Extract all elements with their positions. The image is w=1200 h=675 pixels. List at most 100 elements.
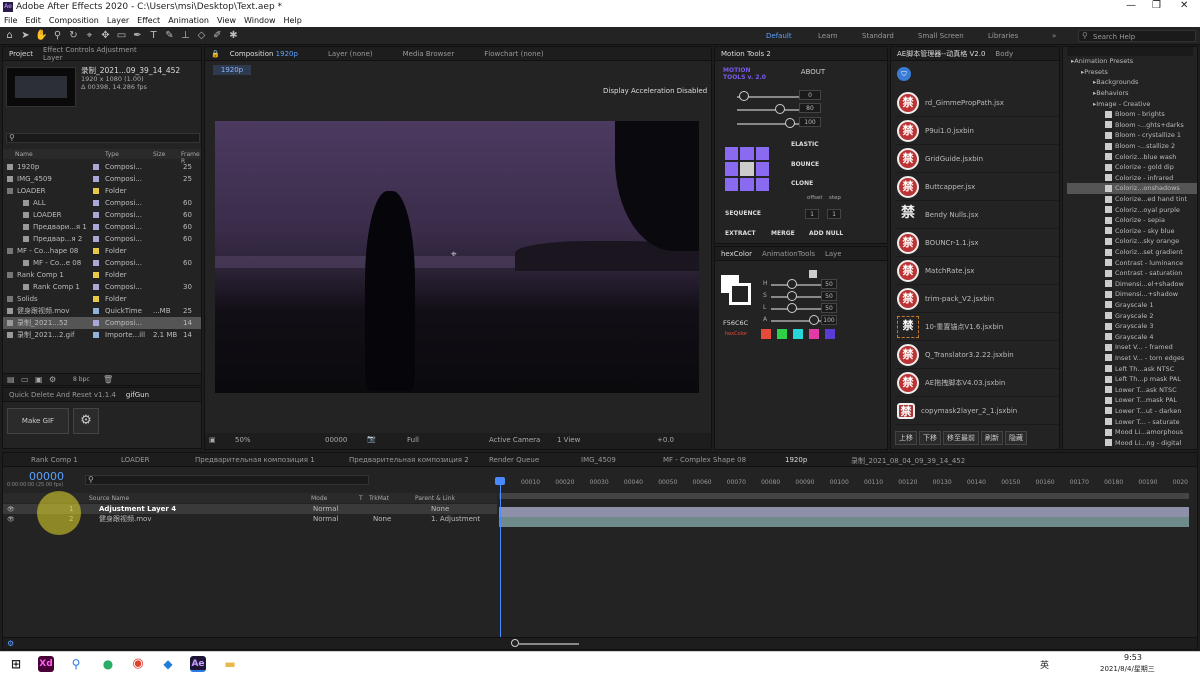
minimize-button[interactable]: — [1126, 0, 1136, 11]
preset-item[interactable]: Contrast - saturation [1067, 268, 1197, 279]
roto-brush-tool-icon[interactable]: ✐ [211, 29, 224, 42]
eraser-tool-icon[interactable]: ◇ [195, 29, 208, 42]
preset-item[interactable]: Mood Li...ng - digital [1067, 437, 1197, 448]
preset-item[interactable]: Bloom -...stallize 2 [1067, 141, 1197, 152]
new-comp-icon[interactable]: ▣ [35, 375, 43, 384]
workspace-overflow-icon[interactable]: » [1052, 32, 1056, 40]
rectangle-tool-icon[interactable]: ▭ [115, 29, 128, 42]
slider-2-knob[interactable] [775, 104, 785, 114]
puppet-tool-icon[interactable]: ✱ [227, 29, 240, 42]
preset-item[interactable]: Grayscale 1 [1067, 300, 1197, 311]
script-item[interactable]: 禁 P9ui1.0.jsxbin [895, 117, 1059, 145]
tree-folder[interactable]: ▸ Animation Presets [1067, 56, 1197, 67]
layer-1-bar[interactable] [499, 507, 1189, 517]
preset-item[interactable]: Bloom - brights [1067, 109, 1197, 120]
tab-quick-delete[interactable]: Quick Delete And Reset v1.1.4 [9, 391, 116, 399]
bpc-label[interactable]: 8 bpc [73, 376, 90, 383]
clone-button[interactable]: CLONE [791, 180, 813, 187]
preset-item[interactable]: Bloom - crystallize 1 [1067, 130, 1197, 141]
layer-trkmat[interactable]: None [373, 515, 391, 523]
tl-tab-loader[interactable]: LOADER [121, 456, 150, 464]
timecode-display[interactable]: 00000 [325, 436, 347, 444]
zoom-tool-icon[interactable]: ⚲ [51, 29, 64, 42]
preset-item[interactable]: Coloriz...blue wash [1067, 151, 1197, 162]
zoom-dropdown[interactable]: 50% [235, 436, 251, 444]
gifgun-settings-icon[interactable]: ⚙ [73, 408, 99, 434]
tl-tab-precomp-1[interactable]: Предварительная композиция 1 [195, 456, 315, 464]
preset-item[interactable]: Bloom -...ghts+darks [1067, 120, 1197, 131]
offset-value[interactable]: 1 [805, 209, 819, 219]
close-button[interactable]: ✕ [1180, 0, 1188, 11]
l-value[interactable]: 50 [821, 303, 837, 313]
stroke-color-swatch[interactable] [729, 283, 751, 305]
maximize-button[interactable]: ❐ [1152, 0, 1161, 11]
preset-item[interactable]: Left Th...p mask PAL [1067, 374, 1197, 385]
pen-tool-icon[interactable]: ✒ [131, 29, 144, 42]
project-item[interactable]: LOADER Folder [3, 185, 201, 197]
merge-button[interactable]: MERGE [771, 230, 795, 237]
selection-tool-icon[interactable]: ➤ [19, 29, 32, 42]
rotate-tool-icon[interactable]: ↻ [67, 29, 80, 42]
preset-item[interactable]: Dimensi...+shadow [1067, 289, 1197, 300]
color-swatch[interactable] [825, 329, 835, 339]
add-null-button[interactable]: ADD NULL [809, 230, 843, 237]
resolution-dropdown[interactable]: Full [407, 436, 419, 444]
tab-hexcolor[interactable]: hexColor [721, 250, 752, 258]
col-size[interactable]: Size [153, 151, 165, 158]
comp-viewer-canvas[interactable]: ⌖ [215, 121, 699, 393]
project-item[interactable]: IMG_4509 Composi... 25 [3, 173, 201, 185]
tree-folder[interactable]: ▸ Behaviors [1067, 88, 1197, 99]
make-gif-button[interactable]: Make GIF [7, 408, 69, 434]
menu-effect[interactable]: Effect [137, 16, 160, 25]
script-item[interactable]: 禁 GridGuide.jsxbin [895, 145, 1059, 173]
effects-search-input[interactable] [1067, 47, 1193, 56]
col-parent[interactable]: Parent & Link [415, 495, 455, 502]
visibility-eye-icon[interactable]: 👁 [7, 506, 15, 513]
zoom-slider-knob[interactable] [511, 639, 519, 647]
visibility-eye-icon[interactable]: 👁 [7, 516, 15, 523]
sequence-button[interactable]: SEQUENCE [725, 210, 761, 217]
tab-layer[interactable]: Layer (none) [328, 50, 373, 58]
tree-folder[interactable]: ▸ Presets [1067, 67, 1197, 78]
col-source-name[interactable]: Source Name [89, 495, 129, 502]
preset-item[interactable]: Coloriz...set gradient [1067, 247, 1197, 258]
tab-script-manager[interactable]: AE脚本管理器--动真格 V2.0 [897, 49, 985, 59]
script-action-button[interactable]: 移至最前 [943, 431, 979, 445]
project-item[interactable]: 录制_2021...2.gif Importe...ill 2.1 MB 14 [3, 329, 201, 341]
preset-item[interactable]: Mood Li...amorphous [1067, 427, 1197, 438]
color-swatch[interactable] [761, 329, 771, 339]
step-value[interactable]: 1 [827, 209, 841, 219]
project-item[interactable]: Предвари...я 1 Composi... 60 [3, 221, 201, 233]
preset-item[interactable]: Coloriz...sky orange [1067, 236, 1197, 247]
preset-item[interactable]: Colorize - sepia [1067, 215, 1197, 226]
project-settings-icon[interactable]: ⚙ [49, 375, 56, 384]
extract-button[interactable]: EXTRACT [725, 230, 756, 237]
script-item[interactable]: 禁 10-重置锚点V1.6.jsxbin [895, 313, 1059, 341]
hex-value[interactable]: F56C6C [723, 319, 748, 327]
script-item[interactable]: 禁 rd_GimmePropPath.jsx [895, 89, 1059, 117]
slider-1-value[interactable]: 0 [799, 90, 821, 100]
search-app-icon[interactable]: ⚲ [68, 656, 84, 672]
menu-view[interactable]: View [217, 16, 236, 25]
project-item[interactable]: 录制_2021...52 Composi... 14 [3, 317, 201, 329]
s-value[interactable]: 50 [821, 291, 837, 301]
tab-effect-controls[interactable]: Effect Controls Adjustment Layer [43, 46, 153, 62]
tree-folder[interactable]: ▸ Image - Creative [1067, 98, 1197, 109]
script-item[interactable]: 禁 BOUNCr-1.1.jsx [895, 229, 1059, 257]
search-help-box[interactable]: ⚲ Search Help [1078, 30, 1196, 42]
script-item[interactable]: 禁 AE拖拽脚本V4.03.jsxbin [895, 369, 1059, 397]
l-slider-knob[interactable] [787, 303, 797, 313]
preset-item[interactable]: Coloriz...onshadows [1067, 183, 1197, 194]
clone-stamp-tool-icon[interactable]: ⊥ [179, 29, 192, 42]
elastic-button[interactable]: ELASTIC [791, 141, 819, 148]
playhead-handle[interactable] [495, 477, 505, 485]
windows-start-icon[interactable]: ⊞ [8, 656, 24, 672]
menu-composition[interactable]: Composition [49, 16, 99, 25]
tl-tab-1920p[interactable]: 1920p [785, 456, 807, 464]
slider-3-knob[interactable] [785, 118, 795, 128]
timeline-search-input[interactable]: ⚲ [85, 475, 369, 485]
home-icon[interactable]: ⌂ [3, 29, 16, 42]
comp-subtab[interactable]: 1920p [213, 65, 251, 75]
tab-motion-tools[interactable]: Motion Tools 2 [721, 50, 771, 58]
menu-edit[interactable]: Edit [25, 16, 41, 25]
